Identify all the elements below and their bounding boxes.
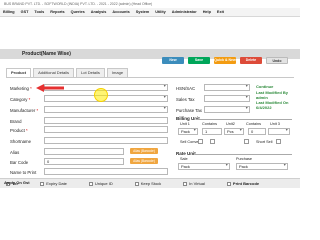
last-modified-on-value: 6/4/2022 (256, 105, 272, 110)
manufacturer-select[interactable] (44, 106, 168, 113)
print-barcode-checkbox[interactable] (226, 181, 231, 186)
unit3-header: Unit 3 (270, 122, 280, 126)
contains2-field[interactable]: 0 (248, 128, 266, 135)
name-to-print-field[interactable] (44, 168, 168, 175)
unit1-select[interactable]: Pack (178, 128, 198, 135)
menu-item-billing[interactable]: Billing (3, 10, 15, 14)
sell-convert-checkbox-3[interactable] (244, 139, 249, 144)
hsn-select[interactable] (204, 84, 250, 91)
footer-print-barcode[interactable]: Print Barcode (221, 181, 259, 186)
contains1-field[interactable]: 1 (202, 128, 222, 135)
product-field[interactable] (44, 126, 168, 133)
save-button[interactable]: Save (188, 57, 210, 64)
name-to-print-label: Name to Print (10, 170, 37, 175)
hsn-label: HSN/SAC (176, 86, 196, 91)
delete-button[interactable]: Delete (240, 57, 262, 64)
purchase-tax-select[interactable] (204, 106, 250, 113)
footer-expiry-date[interactable]: Expiry Date (34, 181, 67, 186)
unit3-select[interactable] (268, 128, 290, 135)
sale-label: Sale (180, 157, 188, 161)
footer-bar: Tax Expiry Date Unique ID Keep Stock In … (0, 178, 300, 188)
tab-bar: Product Additional Details Lot Details I… (6, 68, 129, 77)
shortname-label: Shortname (10, 139, 32, 144)
undo-button[interactable]: Undo (266, 57, 288, 64)
contains2-header: Contains (246, 122, 261, 126)
alias-field[interactable] (44, 148, 124, 155)
menu-item-queries[interactable]: Queries (71, 10, 85, 14)
short-sell-checkbox[interactable] (276, 139, 281, 144)
window-title: BUS BRAND PVT. LTD. - SOFTWORLD (INDIA) … (0, 0, 300, 8)
menu-item-gst[interactable]: GST (21, 10, 29, 14)
apply-on-gst-label: Apply On Gst (4, 180, 30, 185)
sales-tax-select[interactable] (204, 95, 250, 102)
menu-item-utility[interactable]: Utility (155, 10, 166, 14)
expiry-date-checkbox[interactable] (40, 181, 45, 186)
purchase-unit-select[interactable]: Pack (236, 163, 288, 170)
tab-lot-details[interactable]: Lot Details (76, 68, 105, 77)
barcode-field[interactable]: 0 (44, 158, 124, 165)
purchase-label: Purchase (236, 157, 253, 161)
rate-unit-divider (195, 154, 292, 155)
shortname-field[interactable] (44, 137, 168, 144)
sell-convert-checkbox-2[interactable] (210, 139, 215, 144)
menu-item-administrator[interactable]: Administrator (172, 10, 197, 14)
menu-item-help[interactable]: Help (203, 10, 211, 14)
menu-item-system[interactable]: System (136, 10, 150, 14)
unit2-select[interactable]: Pcs (224, 128, 244, 135)
status-text: Continue (256, 84, 274, 89)
menu-item-exit[interactable]: Exit (217, 10, 224, 14)
annotation-arrow-icon (36, 84, 64, 92)
new-button[interactable]: New (162, 57, 184, 64)
action-bar: New Save Quick & New Delete Undo (162, 57, 288, 64)
menu-item-reports[interactable]: Reports (50, 10, 64, 14)
menu-item-analysis[interactable]: Analysis (91, 10, 107, 14)
barcode-label: Bar Code (10, 160, 29, 165)
alias-barcode-button[interactable]: Alias (Barcode) (130, 148, 158, 154)
cursor-highlight (94, 88, 108, 102)
menu-item-tools[interactable]: Tools (34, 10, 44, 14)
footer-keep-stock[interactable]: Keep Stock (129, 181, 161, 186)
alias-label: Alias (10, 150, 20, 155)
brand-label: Brand (10, 119, 22, 124)
purchase-tax-label: Purchase Tax (176, 108, 202, 113)
in-virtual-checkbox[interactable] (183, 181, 188, 186)
billing-unit-divider (196, 119, 292, 120)
product-label: Product * (10, 128, 28, 133)
brand-field[interactable] (44, 117, 168, 124)
keep-stock-checkbox[interactable] (134, 181, 139, 186)
footer-in-virtual[interactable]: In Virtual (177, 181, 205, 186)
tab-additional-details[interactable]: Additional Details (33, 68, 75, 77)
footer-unique-id[interactable]: Unique ID (83, 181, 113, 186)
marketing-label: Marketing * (10, 86, 32, 91)
unit2-header: Unit2 (226, 122, 235, 126)
menu-item-accounts[interactable]: Accounts (112, 10, 129, 14)
sales-tax-label: Sales Tax (176, 97, 195, 102)
contains1-header: Contains (202, 122, 217, 126)
category-label: Category * (10, 97, 31, 102)
rate-unit-heading: Rate Unit (176, 151, 196, 156)
short-sell-label: Short Sell (256, 140, 273, 144)
manufacturer-label: Manufacturer * (10, 108, 39, 113)
unit1-header: Unit 1 (180, 122, 190, 126)
tab-image[interactable]: Image (106, 68, 129, 77)
quick-new-button[interactable]: Quick & New (214, 57, 236, 64)
sale-unit-select[interactable]: Pack (178, 163, 230, 170)
unique-id-checkbox[interactable] (88, 181, 93, 186)
barcode-alias-button[interactable]: Alias (Barcode) (130, 158, 158, 164)
tab-product[interactable]: Product (6, 68, 32, 77)
sell-convert-checkbox[interactable] (198, 139, 203, 144)
menu-bar: Billing GST Tools Reports Queries Analys… (0, 8, 300, 17)
